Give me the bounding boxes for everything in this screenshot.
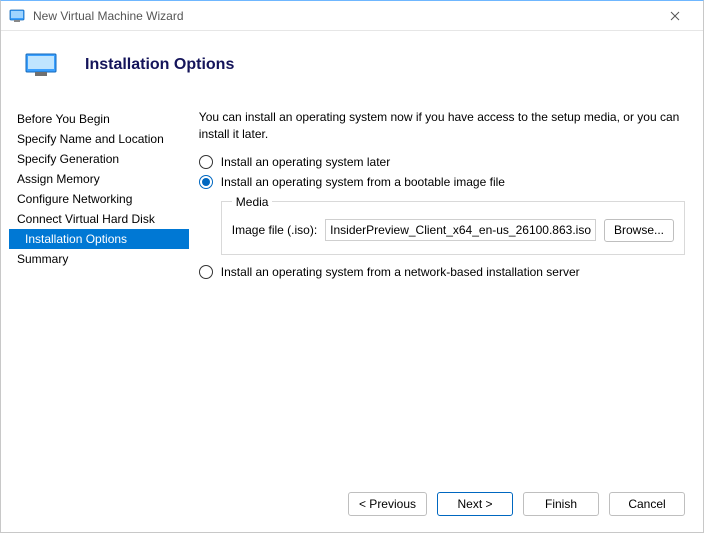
window-title: New Virtual Machine Wizard bbox=[33, 9, 655, 23]
radio-install-image[interactable] bbox=[199, 175, 213, 189]
titlebar: New Virtual Machine Wizard bbox=[1, 1, 703, 31]
next-button[interactable]: Next > bbox=[437, 492, 513, 516]
sidebar-item-assign-memory[interactable]: Assign Memory bbox=[9, 169, 189, 189]
radio-install-network[interactable] bbox=[199, 265, 213, 279]
sidebar-item-summary[interactable]: Summary bbox=[9, 249, 189, 269]
finish-button[interactable]: Finish bbox=[523, 492, 599, 516]
close-button[interactable] bbox=[655, 2, 695, 30]
wizard-footer: < Previous Next > Finish Cancel bbox=[1, 476, 703, 532]
sidebar-item-specify-name-location[interactable]: Specify Name and Location bbox=[9, 129, 189, 149]
wizard-sidebar: Before You Begin Specify Name and Locati… bbox=[9, 97, 189, 476]
image-file-label: Image file (.iso): bbox=[232, 223, 317, 237]
vm-icon bbox=[25, 53, 57, 77]
image-file-input[interactable]: InsiderPreview_Client_x64_en-us_26100.86… bbox=[325, 219, 596, 241]
page-title: Installation Options bbox=[85, 56, 234, 74]
wizard-main: You can install an operating system now … bbox=[189, 97, 703, 476]
option-install-later[interactable]: Install an operating system later bbox=[199, 155, 685, 169]
sidebar-item-specify-generation[interactable]: Specify Generation bbox=[9, 149, 189, 169]
sidebar-item-connect-vhd[interactable]: Connect Virtual Hard Disk bbox=[9, 209, 189, 229]
sidebar-item-installation-options[interactable]: Installation Options bbox=[9, 229, 189, 249]
intro-text: You can install an operating system now … bbox=[199, 109, 685, 143]
sidebar-item-configure-networking[interactable]: Configure Networking bbox=[9, 189, 189, 209]
option-install-later-label: Install an operating system later bbox=[221, 155, 390, 169]
media-group: Media Image file (.iso): InsiderPreview_… bbox=[221, 195, 685, 255]
previous-button[interactable]: < Previous bbox=[348, 492, 427, 516]
option-install-network-label: Install an operating system from a netwo… bbox=[221, 265, 580, 279]
wizard-window: New Virtual Machine Wizard Installation … bbox=[0, 0, 704, 533]
wizard-header: Installation Options bbox=[1, 31, 703, 97]
option-install-image[interactable]: Install an operating system from a boota… bbox=[199, 175, 685, 189]
option-install-image-label: Install an operating system from a boota… bbox=[221, 175, 505, 189]
media-legend: Media bbox=[232, 195, 273, 209]
browse-button[interactable]: Browse... bbox=[604, 219, 674, 242]
cancel-button[interactable]: Cancel bbox=[609, 492, 685, 516]
app-icon bbox=[9, 8, 25, 24]
radio-install-later[interactable] bbox=[199, 155, 213, 169]
sidebar-item-before-you-begin[interactable]: Before You Begin bbox=[9, 109, 189, 129]
option-install-network[interactable]: Install an operating system from a netwo… bbox=[199, 265, 685, 279]
wizard-body: Before You Begin Specify Name and Locati… bbox=[1, 97, 703, 476]
